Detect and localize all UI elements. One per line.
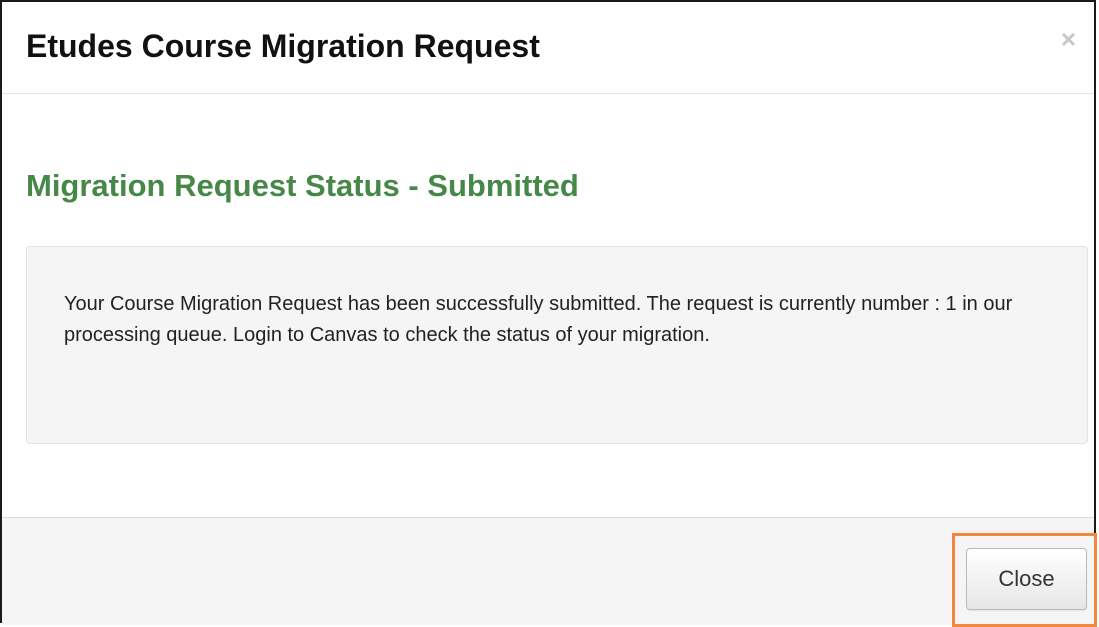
- close-button[interactable]: Close: [966, 548, 1087, 610]
- status-heading: Migration Request Status - Submitted: [26, 168, 579, 203]
- status-message-box: Your Course Migration Request has been s…: [26, 246, 1088, 444]
- dialog-header: Etudes Course Migration Request ×: [2, 2, 1094, 94]
- close-icon[interactable]: ×: [1061, 26, 1076, 52]
- dialog-title: Etudes Course Migration Request: [26, 28, 540, 64]
- status-message: Your Course Migration Request has been s…: [64, 293, 1013, 346]
- dialog-body: Migration Request Status - Submitted You…: [2, 94, 1094, 518]
- dialog-footer: Close: [2, 517, 1097, 627]
- migration-request-dialog: Etudes Course Migration Request × Migrat…: [0, 0, 1097, 627]
